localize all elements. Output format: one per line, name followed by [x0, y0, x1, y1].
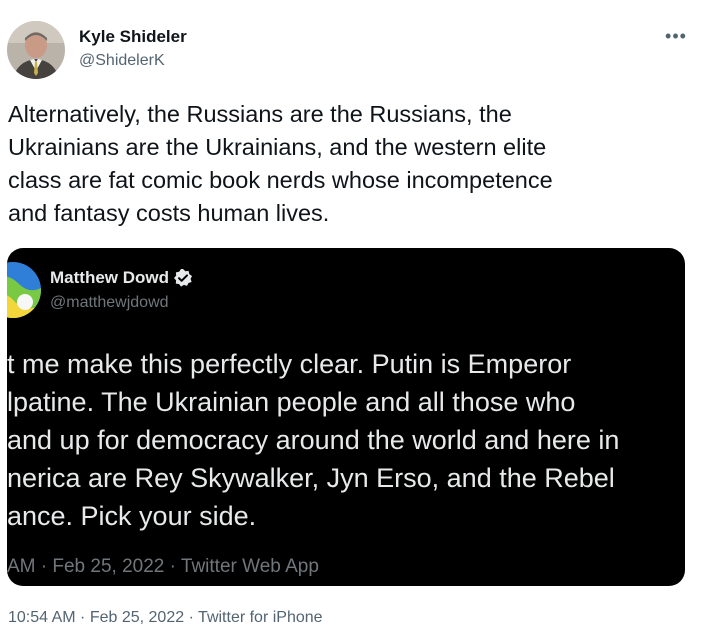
tweet-text-line: class are fat comic book nerds whose inc…: [8, 167, 553, 193]
embedded-author-handle: @matthewjdowd: [50, 294, 169, 311]
tweet-text-line: Alternatively, the Russians are the Russ…: [8, 101, 512, 127]
embedded-tweet-meta: AM · Feb 25, 2022 · Twitter Web App: [7, 556, 319, 577]
tweet-text: Alternatively, the Russians are the Russ…: [8, 98, 688, 230]
tweet-timestamp[interactable]: 10:54 AM · Feb 25, 2022 · Twitter for iP…: [8, 609, 323, 627]
embedded-author-name: Matthew Dowd: [50, 268, 169, 287]
embedded-author-name-row: Matthew Dowd: [50, 268, 193, 288]
embedded-tweet-image[interactable]: Matthew Dowd @matthewjdowd t me make thi…: [7, 248, 685, 586]
tweet-header: Kyle Shideler @ShidelerK •••: [0, 0, 704, 90]
embedded-author-avatar: [7, 262, 41, 318]
tweet-text-line: and fantasy costs human lives.: [8, 200, 330, 226]
author-avatar-image: [7, 21, 65, 79]
embedded-text-line: lpatine. The Ukrainian people and all th…: [7, 387, 576, 417]
embedded-text-line: and up for democracy around the world an…: [7, 425, 620, 455]
embedded-text-line: ance. Pick your side.: [7, 501, 257, 531]
more-options-button[interactable]: •••: [662, 22, 690, 50]
embedded-text-line: t me make this perfectly clear. Putin is…: [7, 349, 572, 379]
tweet-text-line: Ukrainians are the Ukrainians, and the w…: [8, 134, 547, 160]
author-handle[interactable]: @ShidelerK: [79, 52, 165, 70]
author-name[interactable]: Kyle Shideler: [79, 27, 187, 47]
embedded-tweet-text: t me make this perfectly clear. Putin is…: [7, 345, 685, 535]
more-horizontal-icon: •••: [665, 25, 687, 46]
embedded-text-line: nerica are Rey Skywalker, Jyn Erso, and …: [7, 463, 615, 493]
author-avatar[interactable]: [7, 21, 65, 79]
verified-badge-icon: [173, 268, 193, 288]
embedded-avatar-image: [7, 262, 41, 318]
